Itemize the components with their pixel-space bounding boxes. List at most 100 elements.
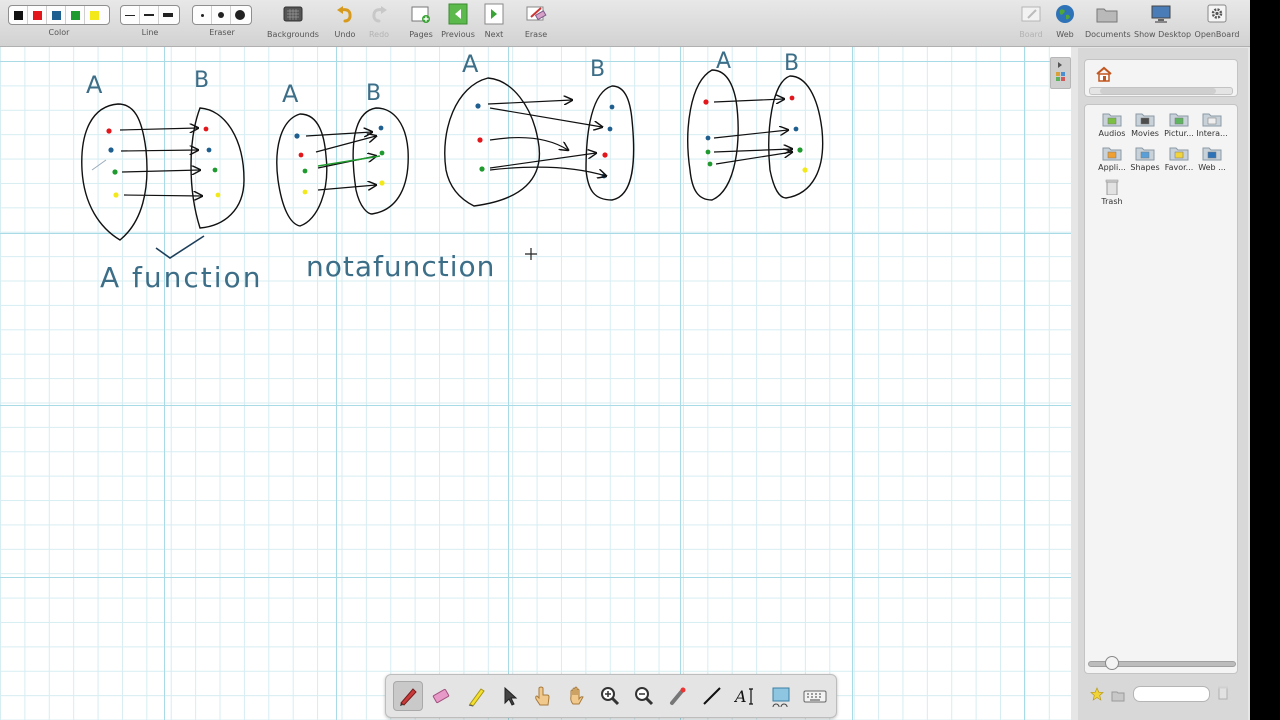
diagram-2: A B (276, 80, 409, 227)
diagram-3-arrows (487, 100, 606, 176)
laser-pointer-icon (670, 687, 686, 705)
backgrounds-icon (282, 3, 304, 25)
diagram-1-arrows (119, 128, 202, 196)
diagram-1-dot (106, 128, 112, 134)
diagram-4-dot (705, 135, 711, 141)
diagram-4-dot (789, 95, 795, 101)
caption-not-a-function: notafunction (306, 250, 495, 283)
diagram-2-left-label: A (282, 80, 299, 108)
library-item-label: Audios (1098, 129, 1126, 138)
library-item[interactable]: Movies (1128, 111, 1162, 138)
diagram-1-dot (108, 147, 114, 153)
library-item[interactable]: Trash (1095, 179, 1129, 206)
zoom-out-icon (635, 687, 654, 706)
openboard-menu-button[interactable]: OpenBoard (1193, 3, 1241, 39)
zoom-slider[interactable] (1088, 656, 1236, 670)
documents-button[interactable]: Documents (1085, 3, 1131, 39)
library-item[interactable]: Web ... (1195, 145, 1229, 172)
add-page-icon (410, 3, 432, 25)
diagram-2-right-label: B (366, 81, 381, 106)
eraser-icon (432, 688, 450, 704)
diagram-2-dot (294, 133, 300, 139)
line-tool-button[interactable] (699, 683, 725, 709)
line-medium-button[interactable] (140, 6, 159, 24)
whiteboard-canvas[interactable]: A B A B A B A B A function notafunction (0, 47, 1071, 720)
color-yellow-swatch[interactable] (85, 6, 103, 24)
text-tool-button[interactable]: A (733, 683, 759, 709)
zoom-in-tool-button[interactable] (597, 683, 623, 709)
pen-tool-button[interactable] (393, 681, 423, 711)
line-thick-button[interactable] (159, 6, 177, 24)
highlighter-icon (468, 688, 485, 707)
selector-tool-button[interactable] (496, 683, 522, 709)
new-folder-button[interactable] (1111, 687, 1125, 702)
library-item[interactable]: Appli... (1095, 145, 1129, 172)
diagram-1-dot (215, 192, 221, 198)
select-icon (504, 686, 518, 706)
next-page-button[interactable]: Next (472, 3, 516, 39)
text-icon: A (734, 687, 753, 706)
library-item[interactable]: Audios (1095, 111, 1129, 138)
documents-folder-icon (1096, 3, 1118, 25)
pictures-folder-icon (1169, 111, 1189, 127)
diagram-2-set-b-oval (352, 107, 409, 215)
backgrounds-button[interactable]: Backgrounds (266, 3, 320, 39)
library-item[interactable]: Shapes (1128, 145, 1162, 172)
eraser-tool-button[interactable] (428, 683, 454, 709)
zoom-out-tool-button[interactable] (631, 683, 657, 709)
color-palette: Color (8, 5, 110, 37)
ink-layer: A B A B A B A B A function notafunction (81, 49, 824, 294)
applications-folder-icon (1102, 145, 1122, 161)
panel-toggle-button[interactable] (1050, 57, 1071, 89)
show-desktop-button[interactable]: Show Desktop (1134, 3, 1191, 39)
interact-tool-button[interactable] (529, 683, 555, 709)
diagram-4: A B (687, 49, 824, 201)
color-black-swatch[interactable] (9, 6, 28, 24)
delete-button[interactable] (1217, 685, 1229, 700)
capture-tool-button[interactable] (768, 683, 794, 709)
web-button[interactable]: Web (1043, 3, 1087, 39)
diagram-1: A B (81, 68, 245, 259)
library-navigation (1084, 59, 1238, 97)
color-blue-swatch[interactable] (47, 6, 66, 24)
diagram-3-set-a-oval (444, 77, 541, 207)
virtual-keyboard-button[interactable] (802, 683, 828, 709)
eraser-size-group: Eraser (192, 5, 252, 37)
zoom-slider-handle[interactable] (1105, 656, 1119, 670)
diagram-2-dot (378, 125, 384, 131)
diagram-1-dot (212, 167, 218, 173)
trash-icon (1218, 686, 1228, 700)
diagram-4-dot (793, 126, 799, 132)
crosshair-cursor-icon (525, 248, 537, 260)
line-label: Line (141, 28, 159, 37)
library-item[interactable]: Pictur... (1162, 111, 1196, 138)
diagram-4-dot (707, 161, 713, 167)
web-folder-icon (1202, 145, 1222, 161)
library-search-input[interactable] (1133, 686, 1210, 702)
diagram-2-dot (298, 152, 304, 158)
favorite-star-button[interactable] (1090, 686, 1104, 701)
line-thin-button[interactable] (121, 6, 140, 24)
diagram-2-dot (379, 150, 385, 156)
next-page-icon (483, 3, 505, 25)
diagram-4-set-a-oval (687, 69, 739, 201)
navigation-scrollbar[interactable] (1089, 87, 1233, 95)
laser-pointer-tool-button[interactable] (665, 683, 691, 709)
eraser-medium-button[interactable] (212, 6, 231, 24)
eraser-small-button[interactable] (193, 6, 212, 24)
home-button[interactable] (1095, 66, 1113, 82)
library-item[interactable]: Intera... (1195, 111, 1229, 138)
diagram-1-dot (206, 147, 212, 153)
hand-tool-button[interactable] (563, 683, 589, 709)
color-green-swatch[interactable] (66, 6, 85, 24)
diagram-3: A B (444, 50, 635, 207)
diagram-3-left-label: A (462, 50, 479, 78)
eraser-large-button[interactable] (231, 6, 249, 24)
redo-button[interactable]: Redo (357, 3, 401, 39)
diagram-1-dot (113, 192, 119, 198)
library-item[interactable]: Favor... (1162, 145, 1196, 172)
highlighter-tool-button[interactable] (463, 683, 489, 709)
star-icon (1090, 687, 1104, 701)
erase-page-button[interactable]: Erase (514, 3, 558, 39)
color-red-swatch[interactable] (28, 6, 47, 24)
